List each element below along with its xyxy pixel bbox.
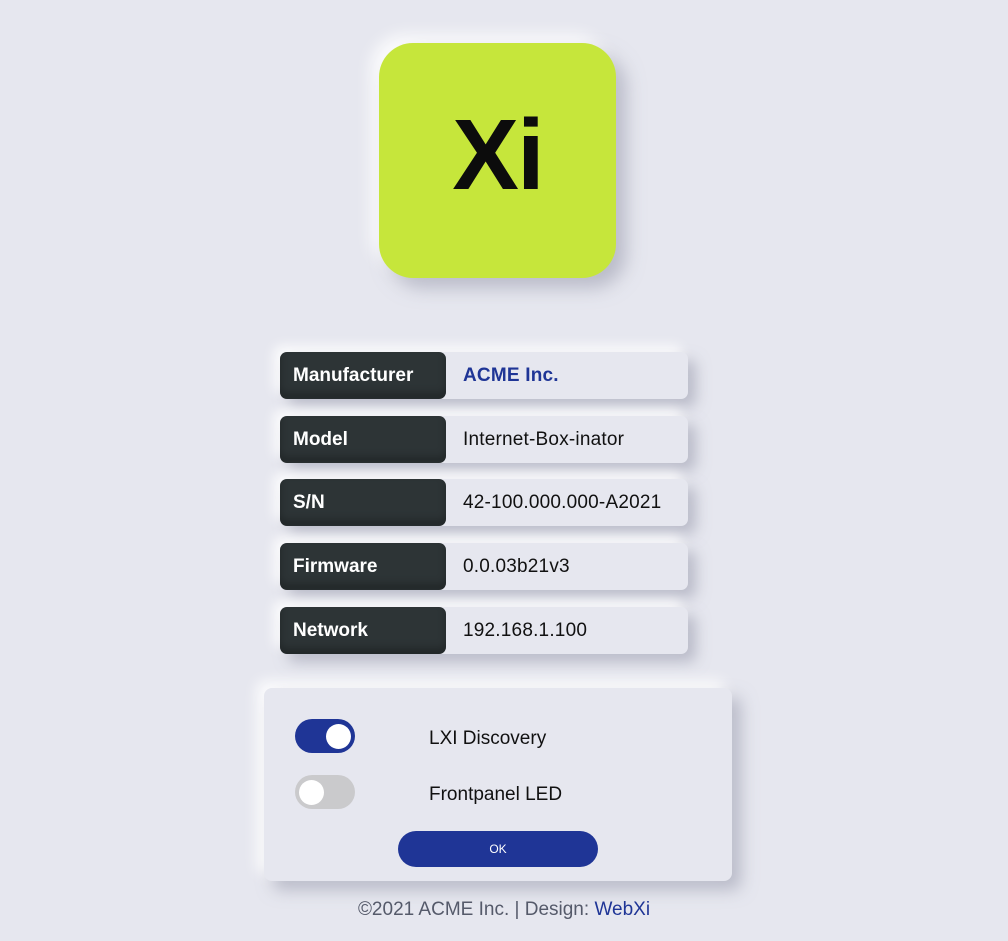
info-row-manufacturer: Manufacturer ACME Inc. — [280, 352, 688, 399]
serial-value: 42-100.000.000-A2021 — [463, 491, 662, 513]
model-label: Model — [280, 416, 446, 463]
toggle-knob — [299, 780, 324, 805]
firmware-value: 0.0.03b21v3 — [463, 555, 570, 577]
settings-panel: LXI Discovery Frontpanel LED OK — [264, 688, 732, 881]
network-label: Network — [280, 607, 446, 654]
model-value: Internet-Box-inator — [463, 428, 625, 450]
info-row-model: Model Internet-Box-inator — [280, 416, 688, 463]
toggle-knob — [326, 724, 351, 749]
frontpanel-led-toggle[interactable] — [295, 775, 355, 809]
frontpanel-led-label: Frontpanel LED — [429, 784, 563, 805]
footer: ©2021 ACME Inc. | Design: WebXi — [0, 899, 1008, 921]
firmware-label: Firmware — [280, 543, 446, 590]
manufacturer-link[interactable]: ACME Inc. — [446, 352, 688, 399]
info-row-serial: S/N 42-100.000.000-A2021 — [280, 479, 688, 526]
logo: Xi — [379, 43, 616, 278]
info-row-network: Network 192.168.1.100 — [280, 607, 688, 654]
footer-copyright: ©2021 ACME Inc. | Design: — [357, 899, 595, 920]
logo-text: Xi — [452, 99, 544, 211]
lxi-discovery-toggle[interactable] — [295, 719, 355, 753]
ok-button[interactable]: OK — [398, 831, 598, 867]
lxi-discovery-label: LXI Discovery — [429, 728, 547, 749]
page: Xi Manufacturer ACME Inc. Model Internet… — [0, 0, 1008, 941]
info-row-firmware: Firmware 0.0.03b21v3 — [280, 543, 688, 590]
manufacturer-label: Manufacturer — [280, 352, 446, 399]
webxi-link[interactable]: WebXi — [594, 899, 650, 920]
serial-label: S/N — [280, 479, 446, 526]
network-value: 192.168.1.100 — [463, 619, 588, 641]
